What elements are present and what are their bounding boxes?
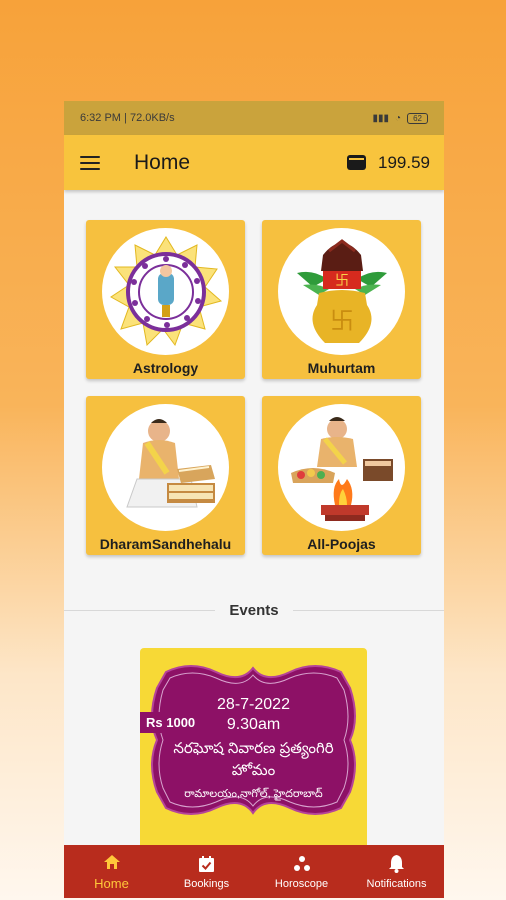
battery-icon: 62 [407, 112, 428, 124]
tile-muhurtam[interactable]: 卐 卐 Muhurtam [262, 220, 421, 379]
phone-screen: 6:32 PM | 72.0KB/s ▮▮▮ ◔ 62 Home 199.59 [64, 101, 444, 898]
signal-icon: ▮▮▮ [372, 112, 390, 124]
wallet-icon [347, 155, 366, 170]
tile-dharamsandhehalu[interactable]: DharamSandhehalu [86, 396, 245, 555]
calendar-check-icon [197, 854, 217, 874]
event-price-badge: Rs 1000 [140, 712, 202, 733]
status-left: 6:32 PM | 72.0KB/s [80, 112, 175, 124]
wallet-balance[interactable]: 199.59 [347, 153, 430, 173]
events-heading: Events [229, 602, 279, 619]
bottom-nav: Home Bookings Horoscope Notifications [64, 845, 444, 898]
nav-label: Notifications [366, 877, 427, 890]
tile-label: DharamSandhehalu [99, 536, 232, 552]
wifi-icon: ◔ [395, 112, 402, 124]
wallet-amount: 199.59 [378, 152, 430, 172]
svg-text:卐: 卐 [335, 273, 349, 289]
nav-bookings[interactable]: Bookings [162, 854, 252, 890]
status-time: 6:32 PM [80, 112, 121, 124]
zodiac-wheel-icon [102, 228, 229, 355]
status-bar: 6:32 PM | 72.0KB/s ▮▮▮ ◔ 62 [64, 101, 444, 135]
nav-notifications[interactable]: Notifications [352, 854, 442, 890]
home-icon [102, 852, 122, 872]
app-bar: Home 199.59 [64, 135, 444, 190]
tile-label: Muhurtam [307, 360, 376, 376]
tile-all-poojas[interactable]: All-Poojas [262, 396, 421, 555]
priest-reading-icon [102, 404, 229, 531]
main-content: Astrology 卐 卐 Muhurtam DharamSandhehalu … [64, 190, 444, 854]
page-title: Home [134, 150, 191, 174]
status-speed: 72.0KB/s [129, 112, 175, 124]
status-right: ▮▮▮ ◔ 62 [372, 112, 428, 124]
tile-label: Astrology [132, 360, 199, 376]
kalash-icon: 卐 卐 [278, 228, 405, 355]
service-grid: Astrology 卐 卐 Muhurtam DharamSandhehalu … [86, 220, 422, 556]
horoscope-dots-icon [292, 854, 312, 874]
nav-horoscope[interactable]: Horoscope [257, 854, 347, 890]
nav-label: Horoscope [274, 877, 329, 890]
menu-icon[interactable] [80, 155, 100, 170]
nav-label: Home [94, 876, 129, 891]
events-divider: Events [64, 602, 444, 619]
event-place: రామాలయం,నాగోల్, హైదరాబాద్ [184, 788, 323, 800]
tile-astrology[interactable]: Astrology [86, 220, 245, 379]
tile-label: All-Poojas [307, 536, 376, 552]
nav-home[interactable]: Home [67, 852, 157, 891]
svg-text:卐: 卐 [330, 307, 354, 335]
event-card[interactable]: 28-7-2022 9.30am నరఘోష నివారణ ప్రత్యంగిర… [140, 648, 367, 854]
nav-label: Bookings [183, 877, 230, 890]
event-title: నరఘోష నివారణ ప్రత్యంగిరి హోమం [173, 740, 334, 779]
bell-icon [387, 854, 407, 874]
homam-fire-icon [278, 404, 405, 531]
event-details: 28-7-2022 9.30am నరఘోష నివారణ ప్రత్యంగిర… [146, 658, 361, 823]
